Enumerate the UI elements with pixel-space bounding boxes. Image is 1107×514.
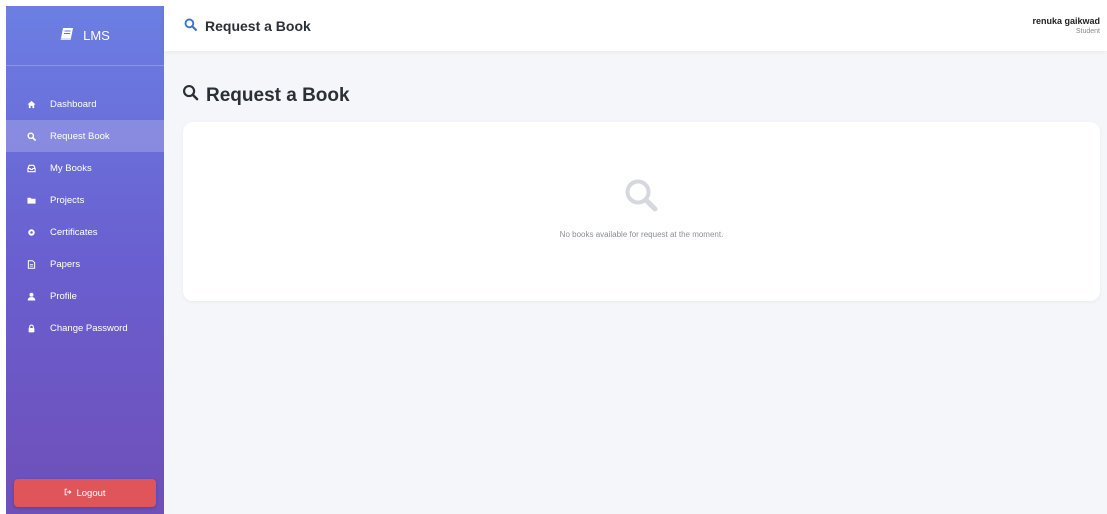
sidebar-nav: Dashboard Request Book My Books Projects — [6, 88, 164, 344]
empty-state-card: No books available for request at the mo… — [183, 122, 1100, 301]
page-title-text: Request a Book — [206, 84, 350, 106]
sidebar-item-label: Certificates — [50, 226, 98, 238]
logout-button[interactable]: Logout — [14, 479, 156, 507]
top-header: Request a Book renuka gaikwad Student — [164, 0, 1107, 51]
sidebar-item-label: Projects — [50, 194, 85, 206]
user-name: renuka gaikwad — [1032, 16, 1100, 26]
sidebar-item-my-books[interactable]: My Books — [6, 152, 164, 184]
certificate-icon — [26, 227, 36, 237]
brand-label: LMS — [83, 28, 110, 43]
book-icon — [60, 27, 75, 44]
inbox-icon — [26, 163, 36, 173]
sidebar-item-label: Papers — [50, 258, 81, 270]
sidebar-item-label: Request Book — [50, 130, 110, 142]
user-role: Student — [1075, 28, 1100, 35]
sidebar-item-label: Change Password — [50, 322, 128, 334]
empty-state-message: No books available for request at the mo… — [559, 230, 724, 239]
search-icon — [623, 177, 659, 218]
search-icon — [184, 18, 197, 34]
sidebar-item-certificates[interactable]: Certificates — [6, 216, 164, 248]
brand[interactable]: LMS — [6, 6, 164, 66]
folder-icon — [26, 195, 36, 205]
header-title-text: Request a Book — [205, 17, 311, 34]
sidebar-item-projects[interactable]: Projects — [6, 184, 164, 216]
search-icon — [182, 84, 199, 107]
page-title: Request a Book — [182, 84, 350, 107]
sidebar: LMS Dashboard Request Book My Books Proj… — [6, 6, 164, 514]
user-icon — [26, 291, 36, 301]
search-icon — [26, 131, 36, 141]
sidebar-item-request-book[interactable]: Request Book — [6, 120, 164, 152]
header-title: Request a Book — [184, 18, 311, 34]
sidebar-item-papers[interactable]: Papers — [6, 248, 164, 280]
home-icon — [26, 99, 36, 109]
sidebar-item-label: Profile — [50, 290, 77, 302]
sidebar-item-label: Dashboard — [50, 98, 97, 110]
lock-icon — [26, 323, 36, 333]
user-menu[interactable]: renuka gaikwad Student — [1032, 16, 1100, 35]
logout-label: Logout — [76, 487, 106, 499]
sidebar-item-profile[interactable]: Profile — [6, 280, 164, 312]
sidebar-item-dashboard[interactable]: Dashboard — [6, 88, 164, 120]
file-icon — [26, 259, 36, 269]
sidebar-item-label: My Books — [50, 162, 92, 174]
app-frame: LMS Dashboard Request Book My Books Proj… — [0, 0, 1107, 514]
sidebar-item-change-password[interactable]: Change Password — [6, 312, 164, 344]
main-content: Request a Book No books available for re… — [164, 51, 1107, 514]
sign-out-icon — [64, 488, 72, 499]
